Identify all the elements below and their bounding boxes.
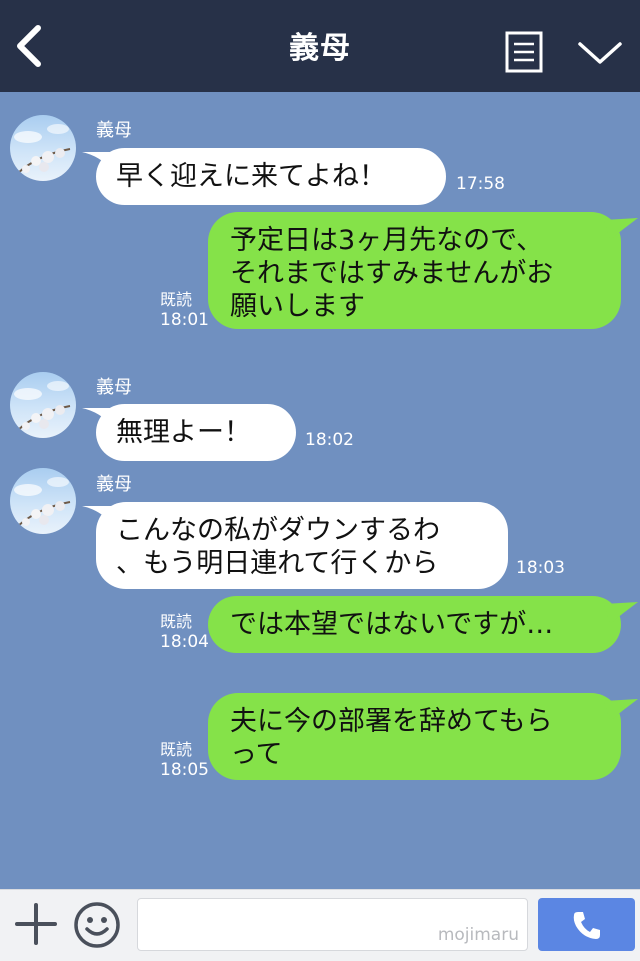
note-icon[interactable] — [505, 31, 543, 73]
message-bubble[interactable]: こんなの私がダウンするわ 、もう明日連れて行くから — [96, 502, 508, 589]
message-bubble[interactable]: 無理よー！ — [96, 404, 296, 461]
message-bubble[interactable]: 夫に今の部署を辞めてもら って — [208, 693, 621, 780]
smile-icon[interactable] — [73, 901, 121, 949]
phone-icon — [573, 912, 600, 939]
call-button[interactable] — [538, 898, 635, 951]
read-receipt: 既読 — [160, 612, 193, 631]
message-time: 18:05 — [160, 760, 209, 780]
read-receipt: 既読 — [160, 290, 193, 309]
avatar[interactable] — [10, 468, 76, 534]
chat-header: 義母 — [0, 0, 640, 92]
sender-name: 義母 — [96, 377, 132, 398]
avatar[interactable] — [10, 115, 76, 181]
sender-name: 義母 — [96, 474, 132, 495]
chevron-down-icon[interactable] — [576, 38, 624, 68]
message-time: 18:03 — [516, 558, 565, 578]
message-time: 18:04 — [160, 632, 209, 652]
message-input[interactable]: mojimaru — [137, 898, 528, 951]
message-bubble[interactable]: 早く迎えに来てよね！ — [96, 148, 446, 205]
message-bubble[interactable]: では本望ではないですが… — [208, 596, 621, 653]
message-time: 17:58 — [456, 174, 505, 194]
message-list: 義母 早く迎えに来てよね！ 17:58 既読 18:01 予定日は3ヶ月先なので… — [0, 92, 640, 889]
message-bubble[interactable]: 予定日は3ヶ月先なので、 それまではすみませんがお 願いします — [208, 212, 621, 329]
read-receipt: 既読 — [160, 740, 193, 759]
plus-icon[interactable] — [14, 902, 58, 946]
avatar[interactable] — [10, 372, 76, 438]
message-time: 18:02 — [305, 430, 354, 450]
message-time: 18:01 — [160, 310, 209, 330]
input-bar: mojimaru — [0, 889, 640, 961]
chat-title: 義母 — [289, 31, 351, 66]
sender-name: 義母 — [96, 120, 132, 141]
watermark: mojimaru — [437, 925, 519, 945]
